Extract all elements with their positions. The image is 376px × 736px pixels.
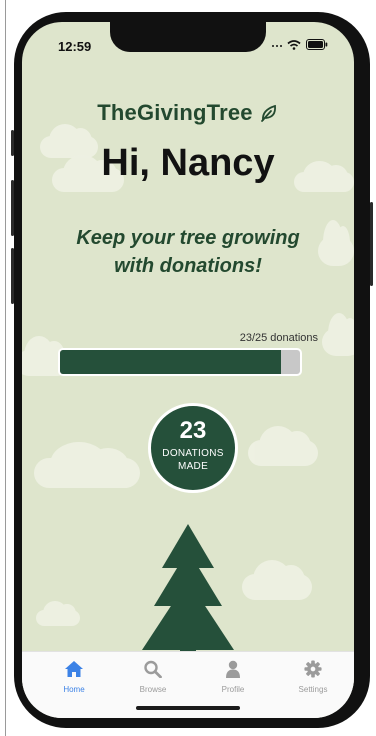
wifi-icon [287,37,301,55]
battery-icon [306,37,328,55]
badge-label: DONATIONS MADE [151,447,235,473]
tab-browse[interactable]: Browse [123,660,183,694]
cloud-decoration [36,601,80,626]
progress-label: 23/25 donations [239,332,318,344]
home-icon [64,661,84,682]
signal-icon [272,45,282,47]
brand-logo: TheGivingTree [22,100,354,126]
status-time: 12:59 [58,39,92,54]
tab-bar: Home Browse Profile Settings [22,651,354,718]
badge-label-line1: DONATIONS [162,448,224,459]
status-icons [272,37,328,55]
donation-progress-bar [58,348,302,376]
greeting-heading: Hi, Nancy [101,142,275,184]
cloud-decoration [242,559,312,600]
notch [110,22,266,52]
donation-count: 23 [179,417,207,444]
tab-browse-label: Browse [139,685,167,694]
tab-home-label: Home [63,685,85,694]
power-button [370,202,373,286]
volume-up-button [11,180,14,236]
progress-fill [60,350,281,374]
search-icon [143,660,163,682]
tagline-line2: with donations! [114,255,262,277]
mute-switch [11,130,14,156]
brand-name: TheGivingTree [97,100,253,125]
tree-illustration [138,522,238,659]
tab-profile-label: Profile [221,685,245,694]
cloud-decoration [34,441,140,488]
profile-icon [223,660,243,682]
app-screen: 12:59 TheGivingTree Hi, Nancy Keep your … [22,22,354,718]
cloud-decoration [322,312,354,356]
volume-down-button [11,248,14,304]
tab-home[interactable]: Home [44,660,104,694]
badge-label-line2: MADE [177,461,209,472]
gear-icon [303,660,323,682]
cloud-decoration [248,425,318,466]
tagline: Keep your tree growing with donations! [52,224,324,280]
tab-settings[interactable]: Settings [283,660,343,694]
tagline-line1: Keep your tree growing [76,227,300,249]
tab-settings-label: Settings [298,685,328,694]
leaf-icon [253,100,279,125]
donations-badge: 23 DONATIONS MADE [148,403,238,493]
tab-profile[interactable]: Profile [203,660,263,694]
left-divider [5,0,6,736]
home-indicator [136,706,240,710]
